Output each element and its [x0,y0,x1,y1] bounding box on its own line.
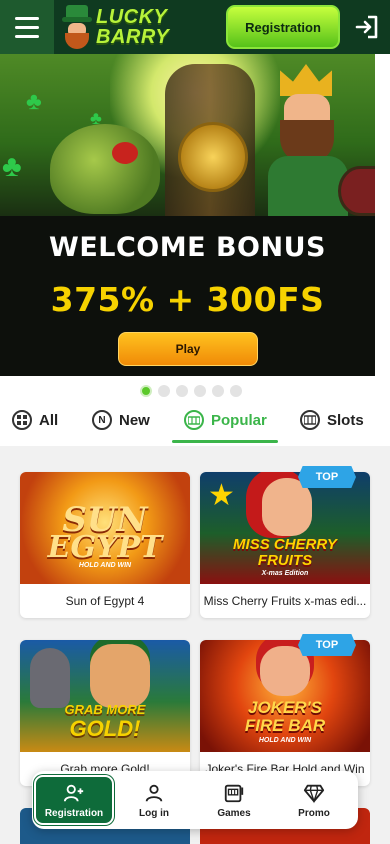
thumb-subtitle: HOLD AND WIN [78,562,132,569]
menu-button[interactable] [0,0,54,54]
game-card[interactable]: ★ MISS CHERRY FRUITS X-mas Edition Miss … [200,472,370,618]
tab-label: Slots [327,411,364,429]
tab-new[interactable]: N New [92,410,150,430]
carousel-dot[interactable] [212,385,224,397]
thumb-title: EGYPT [47,530,163,565]
game-thumbnail: JOKER'S FIRE BAR HOLD AND WIN [200,640,370,752]
logo[interactable]: LUCKY BARRY [60,4,180,50]
game-card[interactable]: GRAB MORE GOLD! Grab more Gold! [20,640,190,786]
banner-headline: WELCOME BONUS [49,232,326,263]
frog-character [50,124,160,214]
donkey-character [30,648,70,708]
thumb-title: FRUITS [257,552,313,569]
header: LUCKY BARRY Registration [0,0,390,54]
grid-icon [12,410,32,430]
bottom-nav: Registration Log in Games Promo [32,771,358,829]
popular-icon [184,410,204,430]
game-name: Miss Cherry Fruits x-mas edi... [203,594,367,608]
miner-character [90,644,150,708]
logo-text-line1: LUCKY [96,6,168,28]
diamond-icon [303,784,325,803]
nav-promo[interactable]: Promo [274,775,354,825]
tab-label: All [39,411,59,429]
registration-button[interactable]: Registration [226,5,340,49]
slots-icon [300,410,320,430]
promo-banner[interactable]: ♣ ♣ ♣ WELCOME BONUS 375% + 300FS Play [0,54,375,376]
nav-games[interactable]: Games [194,775,274,825]
nav-registration[interactable]: Registration [34,775,114,825]
banner-bonus: 375% + 300FS [50,280,325,319]
clover-icon: ♣ [2,150,22,183]
slot-machine-icon [224,784,244,802]
nav-label: Log in [139,807,169,819]
clover-icon: ♣ [90,108,102,128]
carousel-dot[interactable] [176,385,188,397]
tab-label: New [119,411,150,429]
thumb-subtitle: X-mas Edition [261,570,309,577]
user-icon [145,784,163,802]
add-user-icon [63,784,84,802]
thumb-title: GRAB MORE [64,702,146,717]
clover-icon: ♣ [26,88,42,115]
thumb-title: JOKER'S [248,698,322,717]
thumb-subtitle: HOLD AND WIN [258,737,312,744]
game-thumbnail: SUN EGYPT HOLD AND WIN [20,472,190,584]
banner-artwork: ♣ ♣ ♣ [0,54,375,216]
tab-label: Popular [211,411,267,429]
gold-coin-icon [178,122,248,192]
leprechaun-logo-icon [60,5,94,49]
carousel-dot[interactable] [158,385,170,397]
game-card[interactable]: JOKER'S FIRE BAR HOLD AND WIN Joker's Fi… [200,640,370,786]
thumb-title: GOLD! [69,716,141,741]
top-badge: TOP [298,466,356,488]
category-tabs: All N New Popular Slots [0,404,390,444]
star-icon: ★ [208,479,235,512]
active-tab-indicator [172,440,278,443]
carousel-dots [140,385,242,397]
new-icon: N [92,410,112,430]
tab-popular[interactable]: Popular [184,410,267,430]
carousel-dot[interactable] [140,385,152,397]
thumb-title: FIRE BAR [244,716,326,735]
game-thumbnail: GRAB MORE GOLD! [20,640,190,752]
game-name: Sun of Egypt 4 [65,594,145,608]
logo-text-line2: BARRY [96,26,170,48]
tab-all[interactable]: All [12,410,58,430]
nav-login[interactable]: Log in [114,775,194,825]
hamburger-icon [15,14,39,41]
top-badge: TOP [298,634,356,656]
thumb-title: MISS CHERRY [233,536,337,553]
carousel-dot[interactable] [194,385,206,397]
game-card[interactable]: SUN EGYPT HOLD AND WIN Sun of Egypt 4 [20,472,190,618]
nav-label: Promo [298,807,330,819]
carousel-dot[interactable] [230,385,242,397]
game-thumbnail: ★ MISS CHERRY FRUITS X-mas Edition [200,472,370,584]
nav-label: Games [217,807,251,819]
nav-label: Registration [44,807,104,819]
tab-slots[interactable]: Slots [300,410,364,430]
login-icon[interactable] [348,8,386,46]
play-button[interactable]: Play [118,332,258,366]
